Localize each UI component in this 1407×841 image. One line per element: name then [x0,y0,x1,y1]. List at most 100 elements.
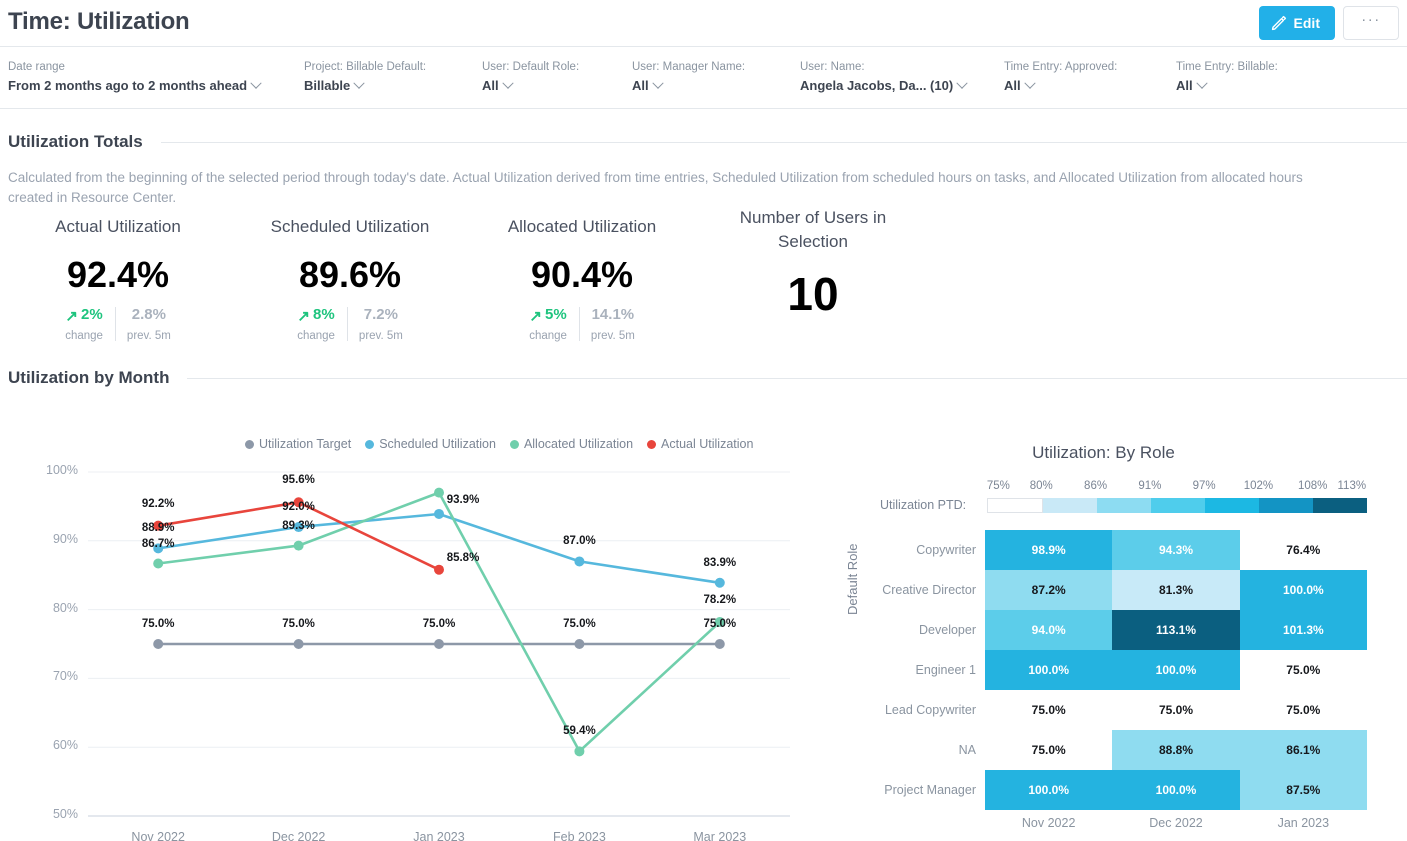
heatmap-legend-label: Utilization PTD: [880,498,967,512]
kpi-prev-value: 14.1% [591,306,635,323]
filter-value-dropdown[interactable]: Billable [304,77,476,95]
page-title: Time: Utilization [8,8,190,35]
heatmap-row-label: Creative Director [882,583,976,597]
data-point-label: 95.6% [282,474,315,487]
kpi-change-caption: change [297,330,335,342]
x-axis-tick-label: Mar 2023 [693,830,747,841]
heatmap-legend-segment [1043,498,1097,513]
heatmap-cell[interactable]: 86.1% [1239,730,1367,770]
filter-label: User: Default Role: [482,61,580,73]
heatmap-cell[interactable]: 113.1% [1112,610,1240,650]
heatmap-legend-bar [987,498,1367,513]
kpi-change-caption: change [65,330,103,342]
heatmap-cell[interactable]: 100.0% [985,770,1113,810]
filter-value-dropdown[interactable]: All [482,77,626,95]
x-axis-tick-label: Dec 2022 [271,830,326,841]
filter-3: User: Manager Name: All [632,60,794,95]
kpi-prev-caption: prev. 5m [358,330,403,342]
heatmap-cell[interactable]: 75.0% [985,730,1113,770]
data-point-label: 83.9% [703,556,737,569]
kpi-change: ↗ 2% [65,305,103,325]
users-count-title-line1: Number of Users in [739,208,887,227]
filter-value-text: All [632,78,649,93]
section-divider [160,141,1407,143]
utilization-by-role-heatmap[interactable]: Utilization: By Role Utilization PTD: 75… [840,435,1407,841]
filter-value-dropdown[interactable]: All [1176,77,1336,95]
heatmap-cell[interactable]: 100.0% [1239,570,1367,610]
heatmap-x-axis-label: Jan 2023 [1277,816,1330,830]
filter-value-dropdown[interactable]: Angela Jacobs, Da... (10) [800,77,996,95]
data-point-label: 89.3% [282,519,315,532]
heatmap-row-label: Copywriter [916,543,976,557]
more-options-button[interactable]: ··· [1343,6,1399,40]
heatmap-cell[interactable]: 100.0% [1112,770,1240,810]
line-chart-canvas [88,471,790,817]
heatmap-cell[interactable]: 81.3% [1112,570,1240,610]
heatmap-cell[interactable]: 75.0% [1239,690,1367,730]
filter-label: User: Manager Name: [632,61,746,73]
chevron-down-icon [1023,77,1036,89]
edit-button[interactable]: Edit [1258,6,1335,40]
heatmap-grid: Copywriter 98.9% 94.3% 76.4% Creative Direct… [882,530,1367,830]
heatmap-cell[interactable]: 75.0% [1112,690,1240,730]
filter-label: Project: Billable Default: [304,61,427,73]
data-point-label: 75.0% [282,618,315,630]
filter-label: Time Entry: Billable: [1176,61,1278,73]
heatmap-cell[interactable]: 88.8% [1112,730,1240,770]
filter-value-dropdown[interactable]: All [1004,77,1170,95]
heatmap-cell[interactable]: 87.5% [1239,770,1367,810]
filter-label: Date range [8,61,65,73]
users-count-value: 10 [787,268,839,320]
heatmap-row-label: Lead Copywriter [884,703,976,717]
filter-value-dropdown[interactable]: From 2 months ago to 2 months ahead [8,77,298,95]
heatmap-cell[interactable]: 87.2% [985,570,1113,610]
kpi-subrow: ↗ 2% change 2.8% prev. 5m [8,305,228,343]
heatmap-row: Project Manager 100.0% 100.0% 87.5% [884,770,1367,810]
utilization-line-chart[interactable]: Utilization Target Scheduled Utilization A… [0,425,800,841]
arrow-up-icon: ↗ [529,307,542,325]
data-point-label: 87.0% [563,535,596,548]
users-count-card: Number of Users in Selection 10 [708,206,918,320]
heatmap-cell[interactable]: 94.0% [985,610,1113,650]
heatmap-cell[interactable]: 98.9% [985,530,1113,570]
kpi-change-value: 5% [545,306,567,323]
heatmap-cell[interactable]: 75.0% [985,690,1113,730]
kpi-prev-value: 2.8% [131,306,166,323]
heatmap-row: NA 75.0% 88.8% 86.1% [959,730,1367,770]
kpi-change-col: ↗ 2% change [53,305,115,343]
kpi-title: Actual Utilization [55,217,181,236]
filter-value-text: All [1004,78,1021,93]
heatmap-cell[interactable]: 101.3% [1239,610,1367,650]
filter-value-dropdown[interactable]: All [632,77,794,95]
heatmap-cell[interactable]: 100.0% [985,650,1113,690]
heatmap-cell[interactable]: 76.4% [1239,530,1367,570]
filter-0: Date range From 2 months ago to 2 months … [8,60,298,95]
heatmap-cell[interactable]: 75.0% [1239,650,1367,690]
heatmap-legend-tick: 102% [1243,480,1274,492]
heatmap-row: Developer 94.0% 113.1% 101.3% [919,610,1367,650]
heatmap-title: Utilization: By Role [1032,443,1175,462]
dashboard-page: Time: Utilization Edit ··· Date range Fro… [0,0,1407,841]
kpi-subrow: ↗ 5% change 14.1% prev. 5m [472,305,692,343]
heatmap-cell[interactable]: 100.0% [1112,650,1240,690]
x-axis-tick-label: Jan 2023 [413,830,465,841]
kpi-value: 92.4% [66,254,170,295]
kpi-change-value: 2% [81,306,103,323]
filter-4: User: Name: Angela Jacobs, Da... (10) [800,60,996,95]
heatmap-legend-tick: 75% [986,480,1010,492]
heatmap-legend-segment [1259,498,1313,513]
heatmap-legend-tick: 86% [1084,480,1108,492]
utilization-by-month-header: Utilization by Month [8,368,1407,388]
kpi-prev-value: 7.2% [363,306,398,323]
heatmap-cell[interactable]: 94.3% [1112,530,1240,570]
heatmap-row-label: NA [958,743,976,757]
users-count-title-line2: Selection [778,232,848,251]
users-count-title: Number of Users in Selection [708,206,918,254]
heatmap-legend-segment [1205,498,1259,513]
ellipsis-icon: ··· [1361,10,1381,28]
kpi-change: ↗ 8% [297,305,335,325]
chevron-down-icon [956,77,968,89]
utilization-by-month-title: Utilization by Month [8,368,170,387]
y-axis-tick-label: 70% [52,669,78,684]
section-divider [187,377,1407,379]
